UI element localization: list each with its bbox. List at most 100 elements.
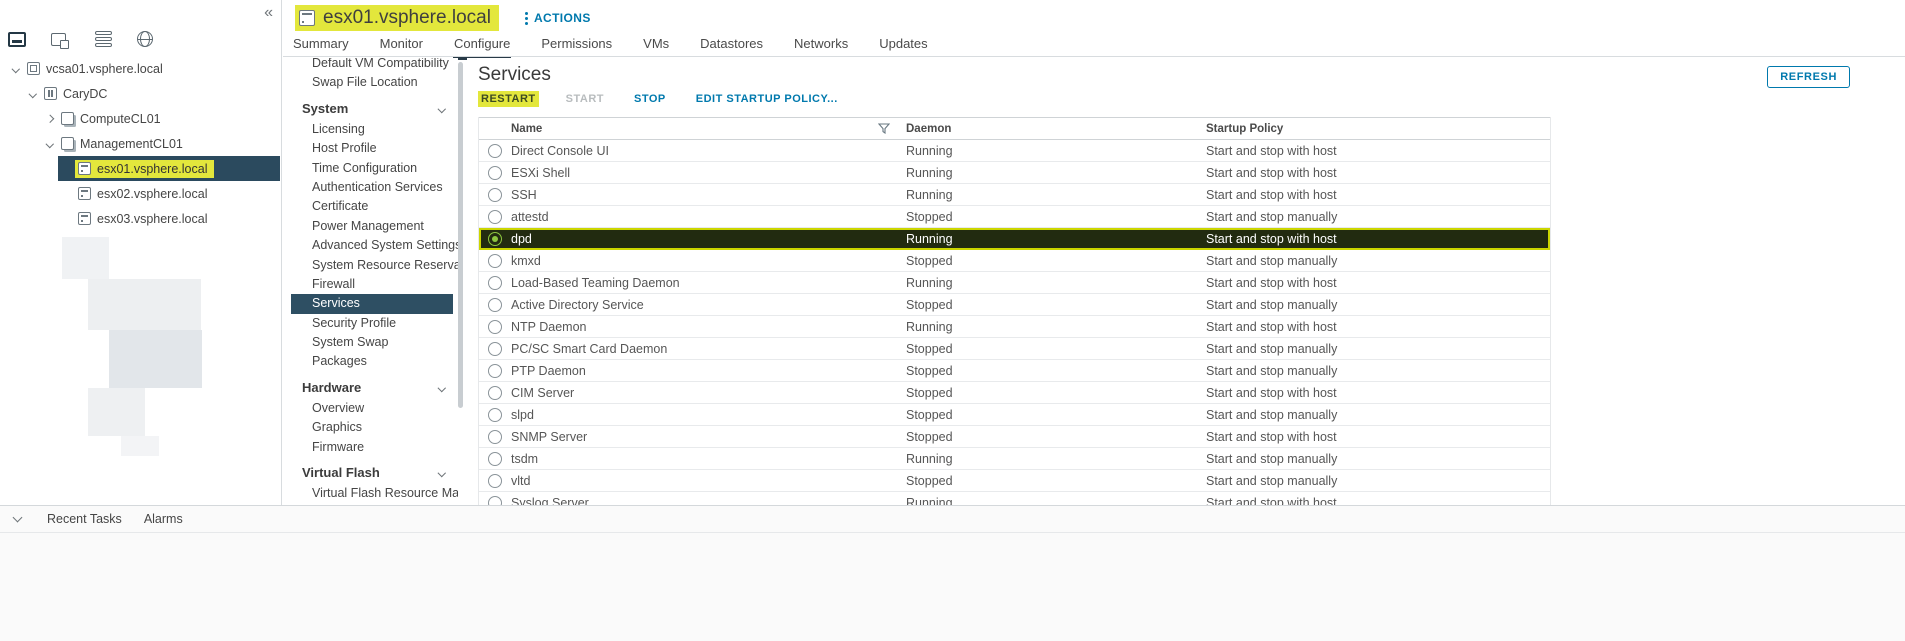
collapse-sidebar-icon[interactable]: « bbox=[264, 4, 273, 22]
tree-item-managementcl01[interactable]: ManagementCL01 bbox=[0, 131, 280, 156]
row-radio[interactable] bbox=[488, 451, 502, 466]
tab-configure[interactable]: Configure bbox=[452, 33, 512, 60]
storage-icon[interactable] bbox=[95, 31, 112, 47]
configure-item-host-profile[interactable]: Host Profile bbox=[283, 139, 458, 158]
edit-startup-policy-button[interactable]: EDIT STARTUP POLICY... bbox=[693, 91, 841, 107]
configure-item-default-vm-compatibility[interactable]: Default VM Compatibility bbox=[283, 58, 458, 73]
row-radio[interactable] bbox=[488, 319, 502, 334]
tree-item-esx02-vsphere-local[interactable]: esx02.vsphere.local bbox=[0, 181, 280, 206]
restart-button[interactable]: RESTART bbox=[478, 91, 539, 107]
row-radio[interactable] bbox=[488, 297, 502, 312]
configure-item-graphics[interactable]: Graphics bbox=[283, 418, 458, 437]
vms-and-templates-icon[interactable] bbox=[51, 32, 70, 49]
startup-policy: Start and stop manually bbox=[1206, 451, 1338, 466]
tab-summary[interactable]: Summary bbox=[292, 33, 350, 60]
service-row-syslog-server[interactable]: Syslog Server Running Start and stop with … bbox=[479, 492, 1550, 505]
service-row-vltd[interactable]: vltd Stopped Start and stop manually bbox=[479, 470, 1550, 492]
configure-item-system-resource-reservati[interactable]: System Resource Reservati... bbox=[283, 256, 458, 275]
configure-item-advanced-system-settings[interactable]: Advanced System Settings bbox=[283, 236, 458, 255]
filter-icon[interactable] bbox=[878, 123, 890, 134]
chevron-down-icon[interactable] bbox=[8, 64, 24, 73]
col-name[interactable]: Name bbox=[511, 123, 906, 135]
tree-item-carydc[interactable]: CaryDC bbox=[0, 81, 280, 106]
tree-node: CaryDC bbox=[41, 85, 114, 103]
radio-cell bbox=[479, 319, 511, 334]
service-row-attestd[interactable]: attestd Stopped Start and stop manually bbox=[479, 206, 1550, 228]
service-row-kmxd[interactable]: kmxd Stopped Start and stop manually bbox=[479, 250, 1550, 272]
tab-monitor[interactable]: Monitor bbox=[379, 33, 424, 60]
footer-tab-alarms[interactable]: Alarms bbox=[144, 512, 183, 526]
stop-button[interactable]: STOP bbox=[631, 91, 669, 107]
row-radio[interactable] bbox=[488, 341, 502, 356]
configure-item-services[interactable]: Services bbox=[291, 294, 453, 314]
row-radio[interactable] bbox=[488, 143, 502, 158]
service-row-tsdm[interactable]: tsdm Running Start and stop manually bbox=[479, 448, 1550, 470]
configure-item-authentication-services[interactable]: Authentication Services bbox=[283, 178, 458, 197]
expand-tasks-chevron-icon[interactable] bbox=[12, 512, 23, 523]
row-radio[interactable] bbox=[488, 495, 502, 505]
row-radio[interactable] bbox=[488, 231, 502, 246]
service-row-cim-server[interactable]: CIM Server Stopped Start and stop with hos… bbox=[479, 382, 1550, 404]
configure-item-virtual-flash-resource-man[interactable]: Virtual Flash Resource Man... bbox=[283, 484, 458, 503]
chevron-right-icon[interactable] bbox=[42, 114, 58, 123]
row-radio[interactable] bbox=[488, 209, 502, 224]
service-row-ssh[interactable]: SSH Running Start and stop with host bbox=[479, 184, 1550, 206]
scrollbar[interactable] bbox=[458, 62, 463, 408]
configure-section-system[interactable]: System bbox=[283, 97, 458, 120]
tab-updates[interactable]: Updates bbox=[878, 33, 928, 60]
tab-permissions[interactable]: Permissions bbox=[540, 33, 613, 60]
tree-item-computecl01[interactable]: ComputeCL01 bbox=[0, 106, 280, 131]
service-row-snmp-server[interactable]: SNMP Server Stopped Start and stop with ho… bbox=[479, 426, 1550, 448]
row-radio[interactable] bbox=[488, 363, 502, 378]
tree-node: esx03.vsphere.local bbox=[75, 210, 214, 228]
refresh-button[interactable]: REFRESH bbox=[1767, 66, 1850, 88]
tree-item-vcsa01-vsphere-local[interactable]: vcsa01.vsphere.local bbox=[0, 56, 280, 81]
tree-item-esx03-vsphere-local[interactable]: esx03.vsphere.local bbox=[0, 206, 280, 231]
col-startup-policy[interactable]: Startup Policy bbox=[1206, 123, 1550, 135]
hosts-and-clusters-icon[interactable] bbox=[8, 31, 26, 47]
service-row-ptp-daemon[interactable]: PTP Daemon Stopped Start and stop manually bbox=[479, 360, 1550, 382]
tab-datastores[interactable]: Datastores bbox=[699, 33, 764, 60]
networking-icon[interactable] bbox=[137, 31, 153, 47]
configure-section-hardware[interactable]: Hardware bbox=[283, 376, 458, 399]
service-row-dpd[interactable]: dpd Running Start and stop with host bbox=[479, 228, 1550, 250]
tree-item-esx01-vsphere-local[interactable]: esx01.vsphere.local bbox=[0, 156, 280, 181]
row-radio[interactable] bbox=[488, 275, 502, 290]
service-row-esxi-shell[interactable]: ESXi Shell Running Start and stop with hos… bbox=[479, 162, 1550, 184]
row-radio[interactable] bbox=[488, 385, 502, 400]
configure-item-system-swap[interactable]: System Swap bbox=[283, 333, 458, 352]
configure-item-swap-file-location[interactable]: Swap File Location bbox=[283, 73, 458, 92]
configure-item-overview[interactable]: Overview bbox=[283, 399, 458, 418]
tab-networks[interactable]: Networks bbox=[793, 33, 849, 60]
service-row-ntp-daemon[interactable]: NTP Daemon Running Start and stop with hos… bbox=[479, 316, 1550, 338]
configure-item-time-configuration[interactable]: Time Configuration bbox=[283, 159, 458, 178]
service-row-slpd[interactable]: slpd Stopped Start and stop manually bbox=[479, 404, 1550, 426]
configure-section-virtual-flash[interactable]: Virtual Flash bbox=[283, 461, 458, 484]
configure-item-licensing[interactable]: Licensing bbox=[283, 120, 458, 139]
row-radio[interactable] bbox=[488, 429, 502, 444]
row-radio[interactable] bbox=[488, 473, 502, 488]
service-name: PC/SC Smart Card Daemon bbox=[511, 341, 668, 356]
configure-item-firewall[interactable]: Firewall bbox=[283, 275, 458, 294]
row-radio[interactable] bbox=[488, 187, 502, 202]
actions-button[interactable]: ACTIONS bbox=[524, 11, 591, 25]
footer-tab-recent-tasks[interactable]: Recent Tasks bbox=[47, 512, 122, 526]
row-radio[interactable] bbox=[488, 165, 502, 180]
col-daemon[interactable]: Daemon bbox=[906, 123, 1206, 135]
start-button[interactable]: START bbox=[563, 91, 607, 107]
tab-vms[interactable]: VMs bbox=[642, 33, 670, 60]
configure-item-power-management[interactable]: Power Management bbox=[283, 217, 458, 236]
service-row-direct-console-ui[interactable]: Direct Console UI Running Start and stop w… bbox=[479, 140, 1550, 162]
row-radio[interactable] bbox=[488, 407, 502, 422]
chevron-down-icon[interactable] bbox=[42, 139, 58, 148]
row-radio[interactable] bbox=[488, 253, 502, 268]
configure-item-packages[interactable]: Packages bbox=[283, 352, 458, 371]
service-row-active-directory-service[interactable]: Active Directory Service Stopped Start and… bbox=[479, 294, 1550, 316]
service-row-load-based-teaming-daemon[interactable]: Load-Based Teaming Daemon Running Start an… bbox=[479, 272, 1550, 294]
configure-item-certificate[interactable]: Certificate bbox=[283, 197, 458, 216]
service-row-pc-sc-smart-card-daemon[interactable]: PC/SC Smart Card Daemon Stopped Start and … bbox=[479, 338, 1550, 360]
menu-label: System bbox=[302, 100, 349, 116]
configure-item-security-profile[interactable]: Security Profile bbox=[283, 314, 458, 333]
chevron-down-icon[interactable] bbox=[25, 89, 41, 98]
configure-item-firmware[interactable]: Firmware bbox=[283, 438, 458, 457]
